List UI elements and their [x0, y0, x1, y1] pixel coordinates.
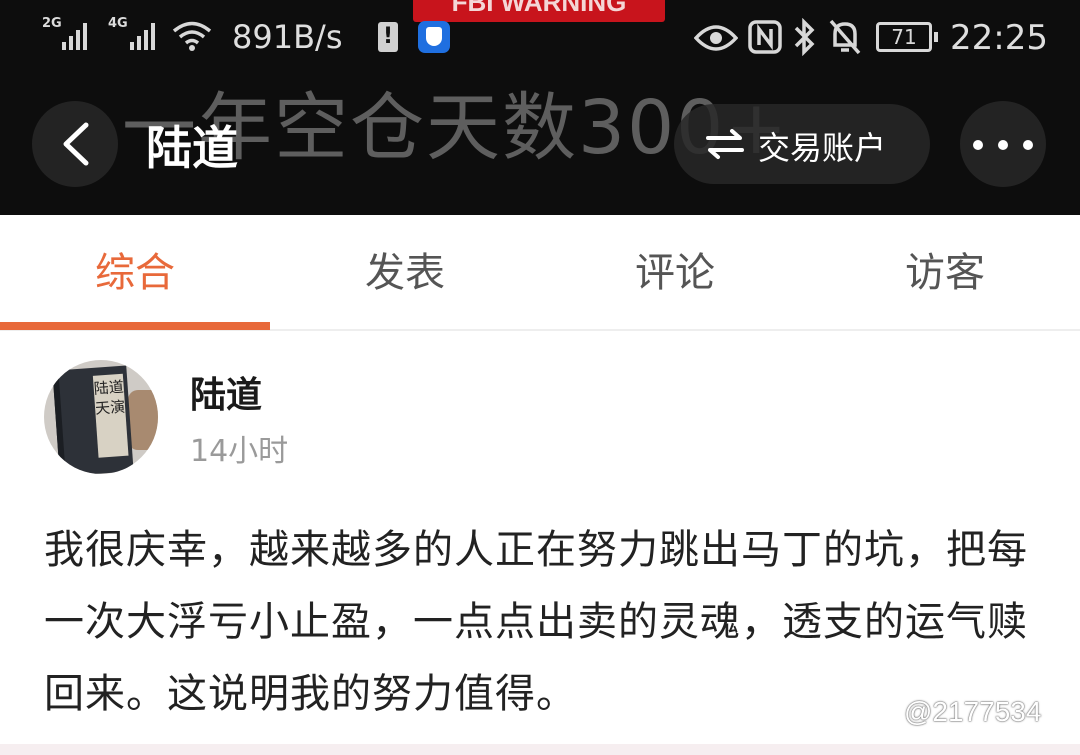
tab-visitors[interactable]: 访客 — [810, 215, 1080, 331]
signal-icon — [62, 22, 87, 50]
watermark: @2177534 — [904, 696, 1042, 727]
shield-icon — [418, 21, 450, 53]
avatar[interactable]: 陆道天演 — [44, 360, 158, 474]
bluetooth-icon — [794, 18, 815, 56]
wifi-icon — [172, 21, 212, 51]
post-time: 14小时 — [190, 434, 289, 469]
trading-account-button[interactable]: 交易账户 — [674, 104, 930, 184]
avatar-book-title: 陆道天演 — [92, 373, 129, 458]
eye-icon — [694, 25, 738, 51]
clock: 22:25 — [950, 18, 1048, 58]
battery-icon: 71 — [876, 22, 938, 52]
network-speed: 891B/s — [232, 18, 343, 56]
bottom-divider — [0, 744, 1080, 755]
header-banner: FBI WARNING 一年空仓天数300+ 2G 4G 891B/s ! 71… — [0, 0, 1080, 215]
alert-icon: ! — [378, 22, 398, 52]
more-button[interactable] — [960, 101, 1046, 187]
tab-overview[interactable]: 综合 — [0, 215, 270, 331]
swap-icon — [706, 129, 744, 159]
active-tab-indicator — [0, 322, 270, 330]
tab-bar: 综合 发表 评论 访客 — [0, 215, 1080, 331]
signal-icon-2 — [130, 22, 155, 50]
post-author[interactable]: 陆道 — [190, 366, 262, 418]
chevron-left-icon — [63, 122, 89, 166]
sim2-label: 4G — [108, 16, 128, 31]
tab-comments[interactable]: 评论 — [540, 215, 810, 331]
page-title: 陆道 — [146, 121, 238, 175]
mute-bell-icon — [829, 19, 861, 55]
back-button[interactable] — [32, 101, 118, 187]
sim1-label: 2G — [42, 16, 62, 31]
more-dots-icon — [973, 140, 983, 150]
trading-account-label: 交易账户 — [758, 129, 887, 167]
nfc-icon — [748, 20, 782, 54]
tab-posts[interactable]: 发表 — [270, 215, 540, 331]
post-content[interactable]: 我很庆幸，越来越多的人正在努力跳出马丁的坑，把每一次大浮亏小止盈，一点点出卖的灵… — [44, 514, 1044, 730]
status-bar: 2G 4G 891B/s ! 71 22:25 — [0, 0, 1080, 76]
